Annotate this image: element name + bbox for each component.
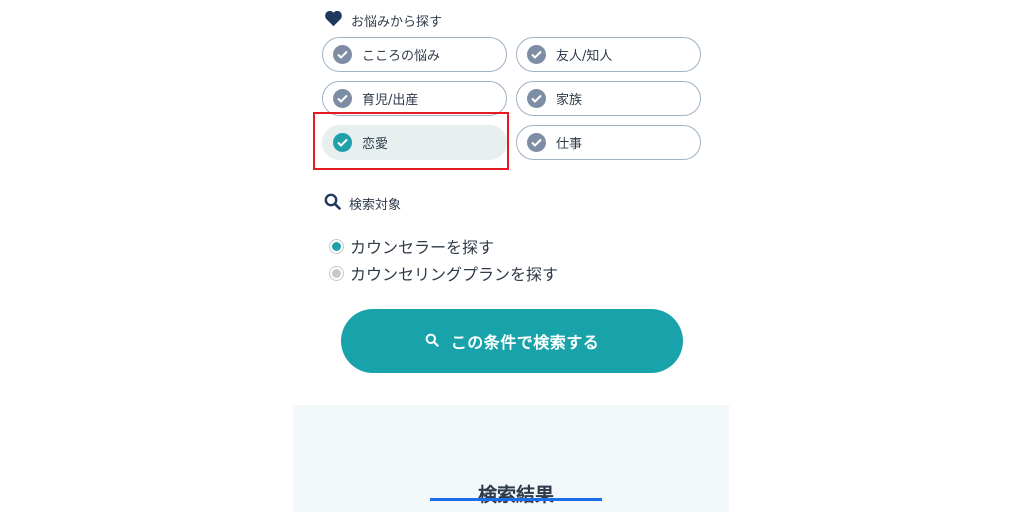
search-icon <box>324 193 341 214</box>
radio-button[interactable] <box>329 238 344 254</box>
chip-label: こころの悩み <box>362 49 441 64</box>
heart-icon <box>324 10 343 31</box>
chip-label: 家族 <box>556 93 583 108</box>
chip-family[interactable]: 家族 <box>516 81 701 116</box>
chip-friends[interactable]: 友人/知人 <box>516 37 701 72</box>
check-circle-icon <box>333 89 352 108</box>
radio-option-plan[interactable]: カウンセリングプランを探す <box>329 261 558 285</box>
check-circle-icon <box>527 133 546 152</box>
chip-childcare[interactable]: 育児/出産 <box>322 81 507 116</box>
concerns-heading-label: お悩みから探す <box>351 15 443 30</box>
radio-option-counselor[interactable]: カウンセラーを探す <box>329 234 494 258</box>
chip-label: 友人/知人 <box>556 49 613 64</box>
search-button-label: この条件で検索する <box>450 333 600 352</box>
search-icon <box>425 332 439 351</box>
check-circle-icon <box>527 45 546 64</box>
concerns-heading: お悩みから探す <box>324 10 442 31</box>
check-circle-icon <box>527 89 546 108</box>
target-heading: 検索対象 <box>324 193 401 214</box>
radio-label: カウンセリングプランを探す <box>350 265 559 284</box>
target-heading-label: 検索対象 <box>349 198 402 213</box>
results-title: 検索結果 <box>477 484 554 506</box>
highlight-box <box>313 112 509 170</box>
chip-kokoro[interactable]: こころの悩み <box>322 37 507 72</box>
chip-label: 仕事 <box>556 137 583 152</box>
radio-button[interactable] <box>329 265 344 281</box>
radio-label: カウンセラーを探す <box>350 238 495 257</box>
chip-work[interactable]: 仕事 <box>516 125 701 160</box>
search-button[interactable]: この条件で検索する <box>341 309 683 373</box>
results-title-underline <box>430 498 602 501</box>
check-circle-icon <box>333 45 352 64</box>
chip-label: 育児/出産 <box>362 93 419 108</box>
